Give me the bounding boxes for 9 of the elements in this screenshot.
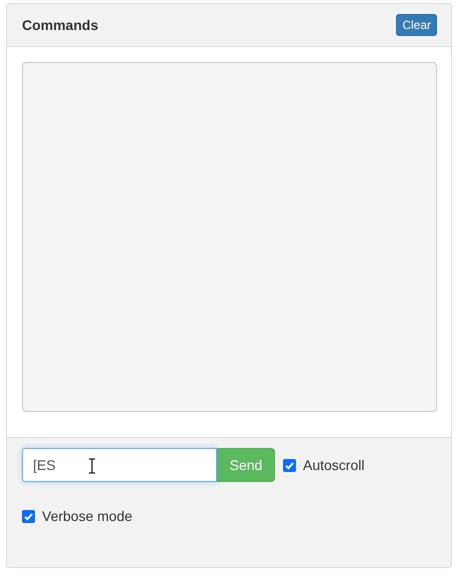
clear-button[interactable]: Clear	[396, 14, 437, 36]
text-cursor-icon	[88, 458, 96, 474]
checkbox[interactable]	[22, 510, 35, 522]
send-button[interactable]: Send	[217, 448, 275, 482]
panel-title: Commands	[22, 17, 98, 33]
checkbox[interactable]	[283, 458, 296, 472]
checkbox-label: Verbose mode	[42, 508, 132, 524]
command-input[interactable]: [ES	[22, 448, 217, 482]
checkbox-label: Autoscroll	[303, 457, 364, 473]
